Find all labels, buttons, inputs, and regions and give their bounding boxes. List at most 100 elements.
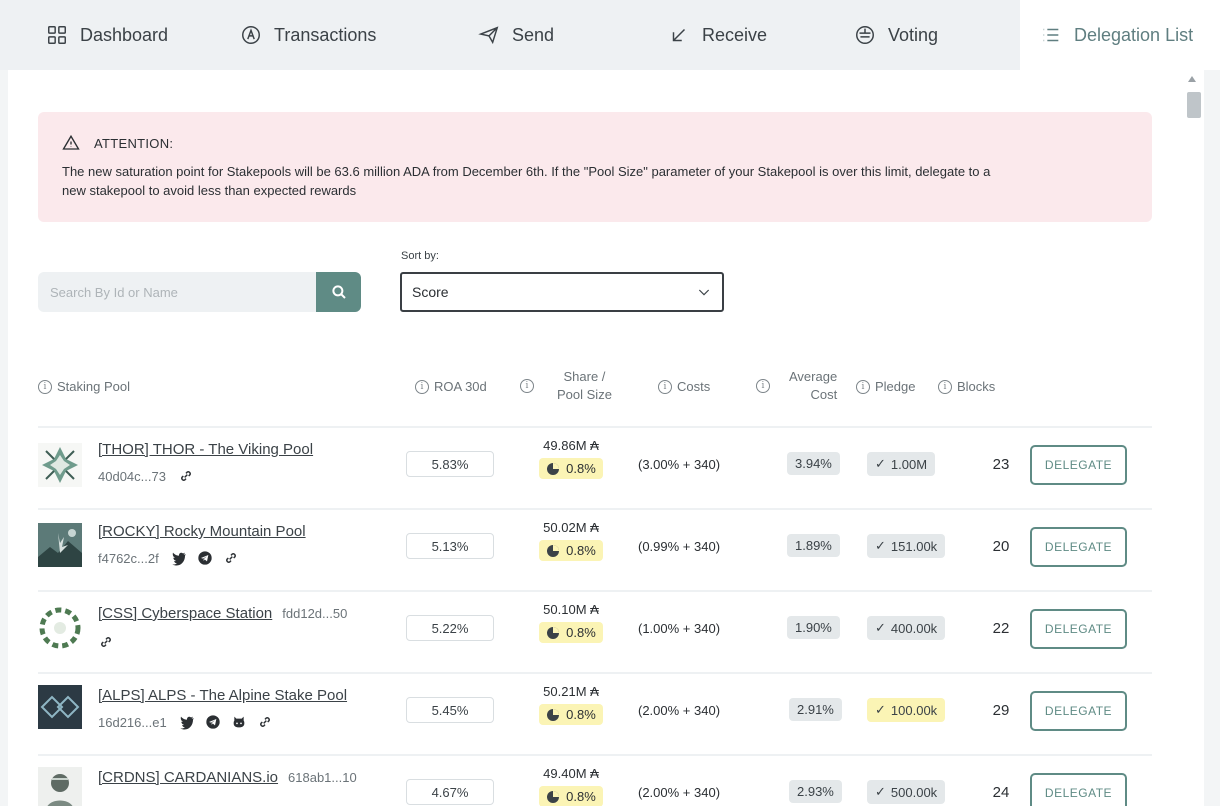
tab-delegation-list[interactable]: Delegation List — [1020, 0, 1220, 70]
scrollbar-thumb[interactable] — [1187, 92, 1201, 118]
average-cost-badge: 1.89% — [787, 534, 840, 557]
check-icon: ✓ — [875, 702, 886, 717]
dashboard-icon — [48, 26, 66, 44]
pool-meta: 40d04c...73 — [98, 468, 194, 484]
pool-name-link[interactable]: [THOR] THOR - The Viking Pool — [98, 441, 313, 458]
pool-social-links — [178, 468, 194, 484]
github-icon[interactable] — [231, 714, 247, 730]
blocks-count: 23 — [992, 456, 1010, 473]
pool-size: 49.86M ₳ — [543, 438, 599, 453]
pledge-badge: ✓ 400.00k — [867, 616, 946, 640]
pledge-value: 400.00k — [890, 620, 938, 636]
info-icon[interactable]: i — [520, 379, 534, 393]
vertical-scrollbar[interactable] — [1184, 70, 1204, 806]
pool-name-link[interactable]: [CRDNS] CARDANIANS.io — [98, 769, 278, 786]
share-badge: 0.8% — [539, 704, 603, 725]
column-header-line: Average — [789, 369, 838, 384]
pool-id[interactable]: fdd12d...50 — [282, 606, 347, 621]
telegram-icon[interactable] — [205, 714, 221, 730]
link-icon[interactable] — [178, 468, 194, 484]
share-percent: 0.8% — [566, 543, 596, 558]
link-icon[interactable] — [257, 714, 273, 730]
column-header-costs[interactable]: i Costs — [658, 378, 710, 396]
tab-label: Delegation List — [1074, 24, 1194, 45]
link-icon[interactable] — [98, 634, 114, 650]
info-icon[interactable]: i — [415, 380, 429, 394]
column-header-pledge[interactable]: i Pledge — [856, 378, 915, 396]
pool-title-line: [CRDNS] CARDANIANS.io 618ab1...10 — [98, 769, 357, 786]
info-icon[interactable]: i — [38, 380, 52, 394]
column-header-staking-pool[interactable]: i Staking Pool — [38, 378, 130, 396]
share-pool-size: 50.21M ₳ 0.8% — [526, 684, 616, 727]
column-header-label: Staking Pool — [57, 379, 130, 394]
tab-label: Voting — [888, 24, 939, 45]
pool-id[interactable]: f4762c...2f — [98, 551, 159, 566]
column-header-average-cost[interactable]: i Average Cost — [756, 368, 837, 404]
info-icon[interactable]: i — [856, 380, 870, 394]
pool-social-links — [171, 550, 239, 566]
table-row: [THOR] THOR - The Viking Pool 40d04c...7… — [38, 428, 1152, 510]
check-icon: ✓ — [875, 620, 886, 635]
roa-value: 5.13% — [406, 533, 494, 559]
pie-chart-icon — [547, 544, 560, 557]
twitter-icon[interactable] — [171, 550, 187, 566]
column-header-label: Blocks — [957, 379, 996, 394]
pool-meta — [98, 634, 114, 650]
sort-dropdown[interactable]: Score — [400, 272, 724, 312]
pool-name-link[interactable]: [CSS] Cyberspace Station — [98, 605, 272, 622]
telegram-icon[interactable] — [197, 550, 213, 566]
delegate-button[interactable]: DELEGATE — [1030, 691, 1127, 731]
column-header-line: Share / — [563, 369, 606, 384]
check-icon: ✓ — [875, 538, 886, 553]
voting-icon — [856, 26, 874, 44]
share-percent: 0.8% — [566, 707, 596, 722]
pool-id[interactable]: 618ab1...10 — [288, 770, 357, 785]
share-badge: 0.8% — [539, 622, 603, 643]
twitter-icon[interactable] — [179, 714, 195, 730]
pool-id[interactable]: 16d216...e1 — [98, 715, 167, 730]
info-icon[interactable]: i — [658, 380, 672, 394]
tab-dashboard[interactable]: Dashboard — [0, 0, 200, 70]
tab-receive[interactable]: Receive — [630, 0, 820, 70]
pool-size: 50.21M ₳ — [543, 684, 599, 699]
delegate-button[interactable]: DELEGATE — [1030, 609, 1127, 649]
average-cost-badge: 3.94% — [787, 452, 840, 475]
search-input[interactable] — [38, 272, 316, 312]
delegate-button[interactable]: DELEGATE — [1030, 445, 1127, 485]
share-badge: 0.8% — [539, 458, 603, 479]
delegation-list-panel: ATTENTION: The new saturation point for … — [8, 70, 1204, 806]
column-header-label: Pledge — [875, 379, 916, 394]
info-icon[interactable]: i — [756, 379, 770, 393]
column-header-share[interactable]: i Share / Pool Size — [520, 368, 612, 404]
tab-transactions[interactable]: Transactions — [200, 0, 440, 70]
share-badge: 0.8% — [539, 786, 603, 806]
pool-name-link[interactable]: [ALPS] ALPS - The Alpine Stake Pool — [98, 687, 347, 704]
warning-icon — [62, 134, 80, 150]
pool-id[interactable]: 40d04c...73 — [98, 469, 166, 484]
tab-voting[interactable]: Voting — [820, 0, 1020, 70]
pie-chart-icon — [547, 626, 560, 639]
pool-name-link[interactable]: [ROCKY] Rocky Mountain Pool — [98, 523, 306, 540]
pledge-value: 500.00k — [890, 784, 938, 800]
link-icon[interactable] — [223, 550, 239, 566]
receive-arrow-icon — [672, 28, 686, 42]
column-header-blocks[interactable]: i Blocks — [938, 378, 995, 396]
pledge-value: 151.00k — [890, 538, 938, 554]
delegate-button[interactable]: DELEGATE — [1030, 527, 1127, 567]
search-button[interactable] — [316, 272, 361, 312]
delegate-button[interactable]: DELEGATE — [1030, 773, 1127, 806]
table-row: [CRDNS] CARDANIANS.io 618ab1...10 4.67% … — [38, 756, 1152, 806]
info-icon[interactable]: i — [938, 380, 952, 394]
column-header-roa[interactable]: i ROA 30d — [415, 378, 487, 396]
average-cost-badge: 2.93% — [789, 780, 842, 803]
tab-send[interactable]: Send — [440, 0, 630, 70]
pool-social-links — [98, 634, 114, 650]
scroll-up-arrow-icon[interactable] — [1188, 76, 1196, 82]
sort-selected-value: Score — [412, 284, 449, 300]
average-cost-badge: 1.90% — [787, 616, 840, 639]
blocks-count: 20 — [992, 538, 1010, 555]
pool-search — [38, 272, 361, 312]
average-cost-badge: 2.91% — [789, 698, 842, 721]
share-percent: 0.8% — [566, 461, 596, 476]
pool-size: 49.40M ₳ — [543, 766, 599, 781]
